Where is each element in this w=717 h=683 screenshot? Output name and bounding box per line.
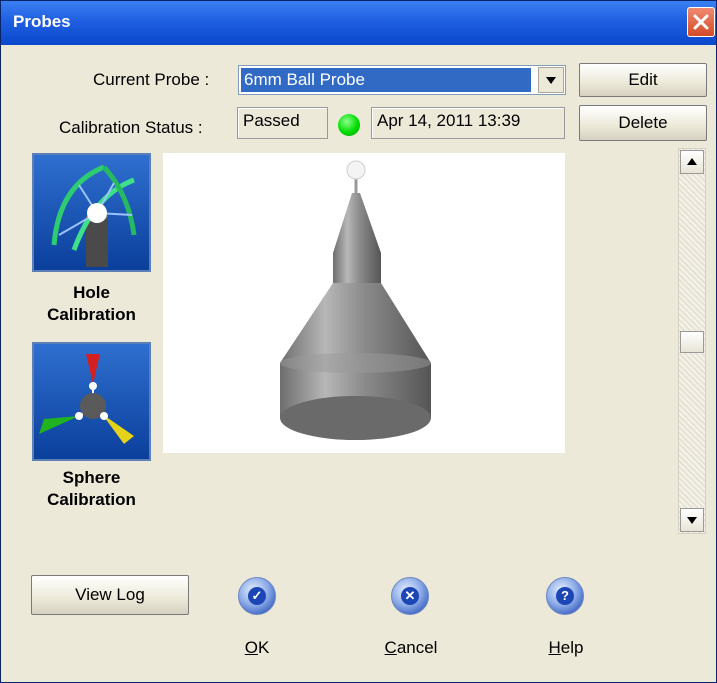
- sphere-calibration-line1: Sphere: [62, 468, 121, 487]
- close-icon: [693, 14, 709, 30]
- current-probe-label: Current Probe :: [93, 70, 210, 89]
- sphere-calibration-line2: Calibration: [47, 490, 136, 509]
- hole-calibration-icon: [51, 164, 137, 267]
- vertical-scrollbar[interactable]: [678, 148, 706, 534]
- current-probe-value: 6mm Ball Probe: [241, 68, 531, 92]
- close-button[interactable]: [687, 7, 715, 37]
- ok-label[interactable]: OK: [233, 638, 281, 658]
- help-button[interactable]: ?: [546, 577, 584, 615]
- view-log-button[interactable]: View Log: [31, 575, 189, 615]
- calibration-status-label: Calibration Status :: [59, 118, 203, 137]
- cancel-label[interactable]: Cancel: [373, 638, 449, 658]
- status-indicator-icon: [338, 114, 360, 136]
- hole-calibration-caption: Hole Calibration: [23, 282, 160, 326]
- edit-button[interactable]: Edit: [579, 63, 707, 97]
- hole-calibration-line1: Hole: [73, 283, 110, 302]
- help-label[interactable]: Help: [539, 638, 593, 658]
- delete-button[interactable]: Delete: [579, 105, 707, 141]
- probes-dialog: Probes Current Probe : 6mm Ball Probe Ed…: [0, 0, 717, 683]
- probe-preview: [163, 153, 565, 453]
- probe-image: [280, 160, 431, 440]
- check-icon: ✓: [248, 587, 266, 605]
- sphere-calibration-caption: Sphere Calibration: [23, 467, 160, 511]
- scroll-thumb[interactable]: [680, 331, 704, 353]
- window-title: Probes: [13, 12, 71, 31]
- chevron-down-icon[interactable]: [538, 67, 564, 93]
- ok-button[interactable]: ✓: [238, 577, 276, 615]
- scroll-down-button[interactable]: [680, 508, 704, 532]
- cancel-button[interactable]: ✕: [391, 577, 429, 615]
- current-probe-dropdown[interactable]: 6mm Ball Probe: [238, 65, 566, 95]
- hole-calibration-button[interactable]: [32, 153, 151, 272]
- calibration-status-field: Passed: [237, 107, 328, 139]
- question-icon: ?: [556, 587, 574, 605]
- scroll-up-button[interactable]: [680, 150, 704, 174]
- x-icon: ✕: [401, 587, 419, 605]
- title-bar[interactable]: Probes: [1, 1, 716, 45]
- calibration-date-field: Apr 14, 2011 13:39: [371, 107, 565, 139]
- sphere-calibration-button[interactable]: [32, 342, 151, 461]
- hole-calibration-line2: Calibration: [47, 305, 136, 324]
- sphere-calibration-icon: [39, 354, 134, 444]
